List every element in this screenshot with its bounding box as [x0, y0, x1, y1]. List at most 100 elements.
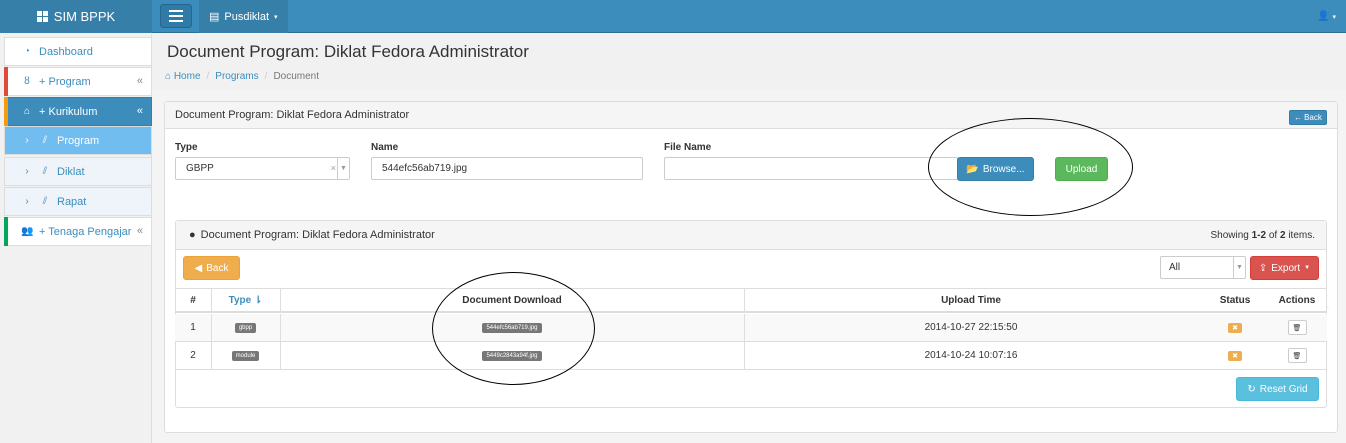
file-name-label: File Name	[664, 142, 712, 153]
row-number: 1	[190, 322, 196, 333]
refresh-icon: ↻	[1247, 383, 1256, 395]
sidebar: ◔ Dashboard ȣ + Program « ⌂ + Kurikulum …	[0, 34, 152, 443]
sidebar-marker	[4, 97, 8, 126]
circle-arrow-left-icon: ◀	[194, 262, 203, 274]
status-cell: ✖	[1215, 314, 1255, 341]
sidebar-item-label: + Tenaga Pengajar	[39, 225, 132, 238]
breadcrumb-programs[interactable]: Programs	[215, 71, 258, 82]
sidebar-item-label: Program	[57, 134, 100, 147]
sidebar-item-program[interactable]: ȣ + Program «	[4, 67, 152, 96]
grid-back-button[interactable]: ◀ Back	[183, 256, 240, 280]
pusdiklat-menu[interactable]: ▤ Pusdiklat ▾	[199, 0, 288, 33]
sliders-icon: ⫽	[42, 135, 48, 146]
grid-title: Document Program: Diklat Fedora Administ…	[200, 229, 435, 241]
file-name-input[interactable]	[664, 157, 958, 180]
sidebar-toggle-button[interactable]	[160, 4, 192, 28]
grid-heading: ● Document Program: Diklat Fedora Admini…	[176, 221, 1326, 250]
sidebar-item-label: + Program	[39, 75, 91, 88]
name-label: Name	[371, 142, 399, 153]
row-number: 2	[190, 350, 196, 361]
upload-time-cell: 2014-10-24 10:07:16	[924, 350, 1018, 361]
sidebar-item-label: + Kurikulum	[39, 105, 98, 118]
caret-down-icon: ▼	[1233, 257, 1245, 278]
column-header-upload-time: Upload Time	[941, 294, 1001, 306]
chevron-right-icon: ›	[25, 196, 29, 207]
status-badge: ✖	[1228, 322, 1242, 333]
type-cell: module	[211, 342, 280, 369]
chevron-left-icon: «	[136, 75, 143, 87]
clear-icon[interactable]: ×	[331, 163, 336, 173]
sidebar-marker	[4, 217, 8, 246]
sidebar-item-label: Rapat	[57, 195, 87, 208]
column-header-status: Status	[1219, 294, 1251, 306]
breadcrumb-current: Document	[273, 71, 320, 82]
sidebar-item-kurikulum-program[interactable]: › ⫽ Program	[4, 126, 152, 155]
sidebar-item-kurikulum[interactable]: ⌂ + Kurikulum «	[4, 97, 152, 126]
actions-cell: 🗑	[1273, 314, 1321, 341]
sidebar-item-dashboard[interactable]: ◔ Dashboard	[4, 37, 152, 66]
breadcrumb-separator: /	[264, 71, 268, 82]
type-select[interactable]: GBPP × ▼	[175, 157, 350, 180]
grid-summary: Showing 1-2 of 2 items.	[1210, 230, 1315, 241]
chevron-left-icon: «	[136, 105, 143, 117]
status-cell: ✖	[1215, 342, 1255, 369]
sidebar-item-label: Dashboard	[39, 45, 93, 58]
sidebar-item-rapat[interactable]: › ⫽ Rapat	[4, 187, 152, 216]
user-menu[interactable]: 👤 ▾	[1317, 0, 1336, 33]
chevron-right-icon: ›	[25, 166, 29, 177]
institution-icon: ⌂	[23, 106, 31, 117]
breadcrumb-separator: /	[206, 71, 210, 82]
caret-down-icon: ▾	[1332, 13, 1336, 21]
annotation-ellipse	[432, 272, 595, 385]
export-icon: ⇪	[1258, 262, 1268, 274]
brand-logo[interactable]: SIM BPPK	[0, 0, 152, 33]
panel-title: Document Program: Diklat Fedora Administ…	[175, 109, 410, 121]
trash-icon[interactable]: 🗑	[1287, 320, 1307, 335]
grid-icon	[36, 11, 48, 22]
table-row: 2 module 5449c2843a94f.jpg 2014-10-24 10…	[175, 342, 1327, 370]
home-icon: ⌂	[165, 71, 172, 82]
column-header-type[interactable]: Type ⇂	[211, 289, 280, 311]
reset-grid-button[interactable]: ↻ Reset Grid	[1236, 377, 1319, 401]
brand-name: SIM BPPK	[53, 9, 116, 24]
dashboard-icon: ◔	[23, 46, 31, 57]
status-badge: ✖	[1228, 350, 1242, 361]
chevron-right-icon: ›	[25, 135, 29, 146]
arrow-left-icon: ←	[1294, 113, 1303, 122]
breadcrumb-home[interactable]: ⌂ Home	[165, 71, 201, 82]
filter-select[interactable]: All ▼	[1160, 256, 1246, 279]
sort-icon: ⇂	[254, 294, 263, 306]
sliders-icon: ⫽	[42, 196, 48, 207]
top-navbar: SIM BPPK ▤ Pusdiklat ▾ 👤 ▾	[0, 0, 1346, 33]
actions-cell: 🗑	[1273, 342, 1321, 369]
fork-icon: ȣ	[24, 76, 30, 87]
annotation-ellipse	[928, 118, 1133, 216]
breadcrumb: ⌂ Home / Programs / Document	[165, 71, 319, 82]
sidebar-item-tenaga-pengajar[interactable]: 👥 + Tenaga Pengajar «	[4, 217, 152, 246]
trash-icon[interactable]: 🗑	[1287, 348, 1307, 363]
sliders-icon: ⫽	[42, 166, 48, 177]
user-icon: 👤	[1317, 11, 1330, 22]
type-badge: module	[231, 350, 260, 361]
type-cell: gbpp	[211, 314, 280, 341]
column-header-number: #	[190, 294, 196, 306]
caret-down-icon: ▼	[1304, 265, 1311, 271]
caret-down-icon: ▾	[274, 13, 278, 21]
globe-icon: ●	[189, 229, 196, 241]
type-label: Type	[175, 142, 198, 153]
table-header: # Type ⇂ Document Download Upload Time S…	[175, 288, 1327, 313]
users-icon: 👥	[21, 226, 34, 237]
panel-heading: Document Program: Diklat Fedora Administ…	[165, 102, 1337, 129]
name-input[interactable]: 544efc56ab719.jpg	[371, 157, 643, 180]
table-row: 1 gbpp 544efc56ab719.jpg 2014-10-27 22:1…	[175, 314, 1327, 342]
sidebar-item-diklat[interactable]: › ⫽ Diklat	[4, 157, 152, 186]
caret-down-icon: ▼	[337, 158, 349, 179]
chevron-left-icon: «	[136, 225, 143, 237]
back-button-small[interactable]: ← Back	[1289, 110, 1327, 125]
upload-time-cell: 2014-10-27 22:15:50	[924, 322, 1018, 333]
type-badge: gbpp	[234, 322, 257, 333]
sidebar-marker	[4, 67, 8, 96]
export-button[interactable]: ⇪ Export ▼	[1250, 256, 1319, 280]
column-header-actions: Actions	[1278, 294, 1316, 306]
page-title: Document Program: Diklat Fedora Administ…	[167, 42, 529, 61]
